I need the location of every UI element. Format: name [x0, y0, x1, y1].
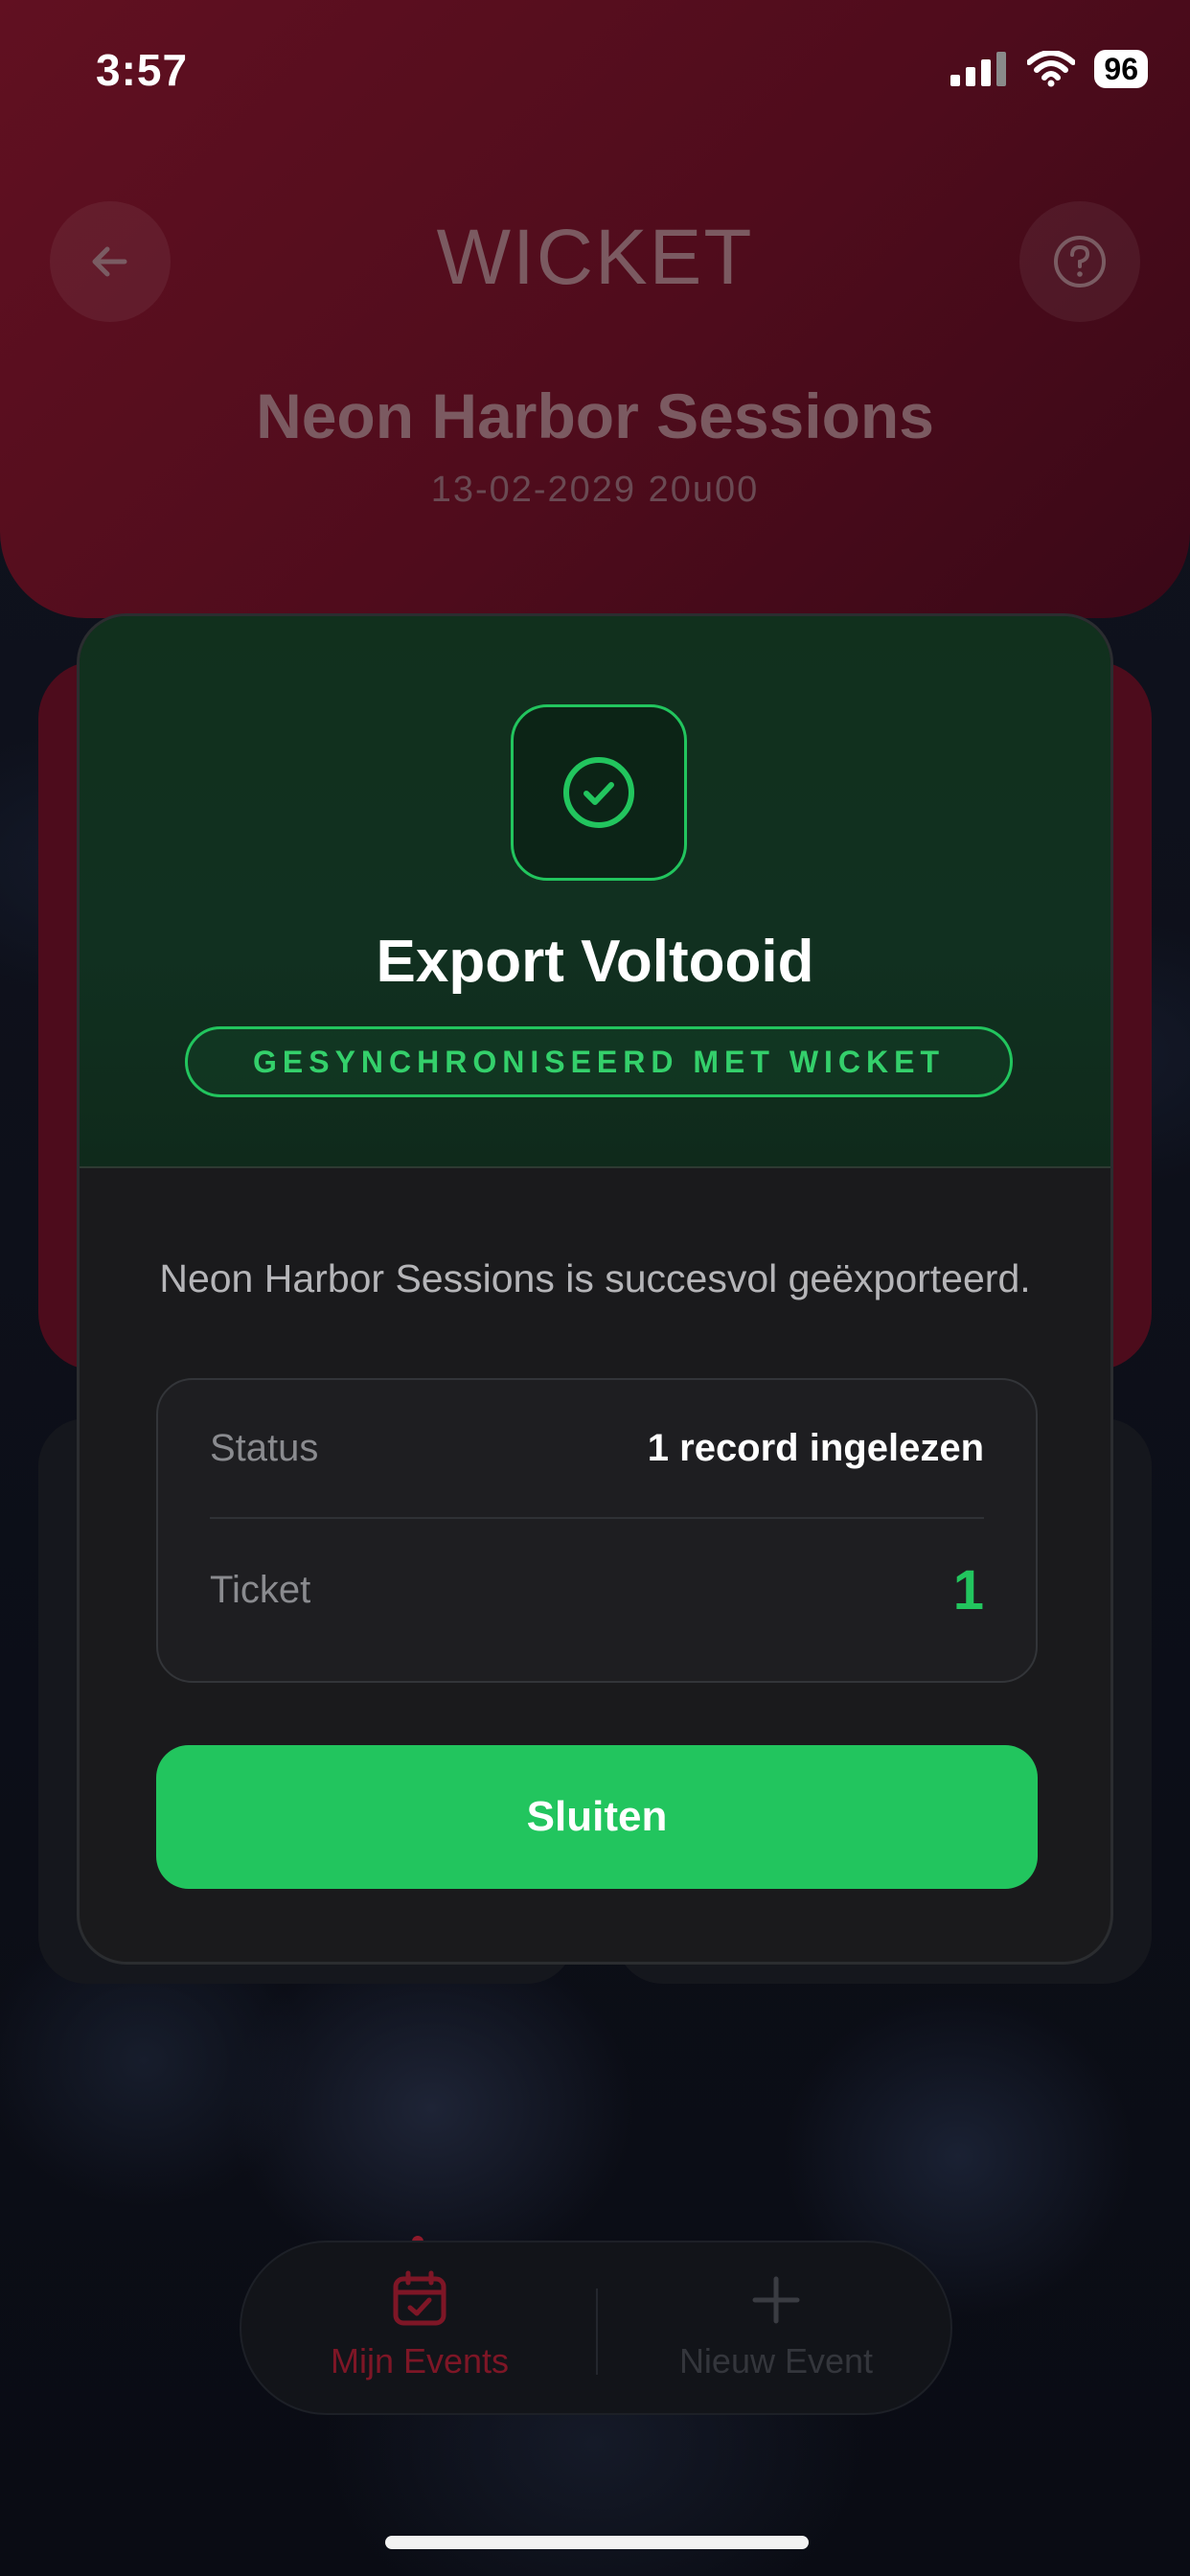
tab-mijn-events[interactable]: Mijn Events — [241, 2269, 598, 2381]
help-circle-icon — [1054, 236, 1106, 288]
event-title: Neon Harbor Sessions — [256, 380, 934, 451]
status-time: 3:57 — [96, 45, 189, 95]
plus-icon — [752, 2276, 800, 2324]
status-icons: 96 — [950, 50, 1148, 88]
tab-label: Mijn Events — [330, 2341, 510, 2380]
battery-indicator: 96 — [1094, 50, 1148, 88]
success-icon-box — [511, 704, 687, 881]
modal-header: Export Voltooid GESYNCHRONISEERD MET WIC… — [80, 616, 1110, 1168]
export-details: Status 1 record ingelezen Ticket 1 — [156, 1378, 1038, 1683]
ticket-label: Ticket — [210, 1569, 311, 1611]
app-logo: WICKET — [436, 214, 754, 301]
home-indicator — [385, 2536, 809, 2549]
sync-status-badge: GESYNCHRONISEERD MET WICKET — [185, 1026, 1013, 1097]
modal-title: Export Voltooid — [376, 929, 814, 995]
tab-label: Nieuw Event — [678, 2341, 874, 2380]
wifi-icon — [1027, 51, 1076, 87]
signal-icon — [950, 52, 1007, 86]
tab-nieuw-event[interactable]: Nieuw Event — [598, 2269, 954, 2381]
close-button[interactable]: Sluiten — [156, 1745, 1038, 1889]
export-complete-modal: Export Voltooid GESYNCHRONISEERD MET WIC… — [77, 613, 1113, 1965]
calendar-check-icon — [393, 2270, 446, 2326]
help-button[interactable] — [1019, 201, 1140, 322]
tab-bar: Mijn Events Nieuw Event — [240, 2241, 952, 2415]
ticket-count: 1 — [952, 1559, 984, 1622]
status-value: 1 record ingelezen — [647, 1427, 984, 1469]
ticket-row: Ticket 1 — [210, 1521, 984, 1660]
status-label: Status — [210, 1427, 319, 1469]
event-date: 13-02-2029 20u00 — [430, 470, 760, 510]
status-row: Status 1 record ingelezen — [210, 1380, 984, 1519]
check-circle-icon — [563, 757, 634, 828]
modal-message: Neon Harbor Sessions is succesvol geëxpo… — [159, 1256, 1031, 1300]
